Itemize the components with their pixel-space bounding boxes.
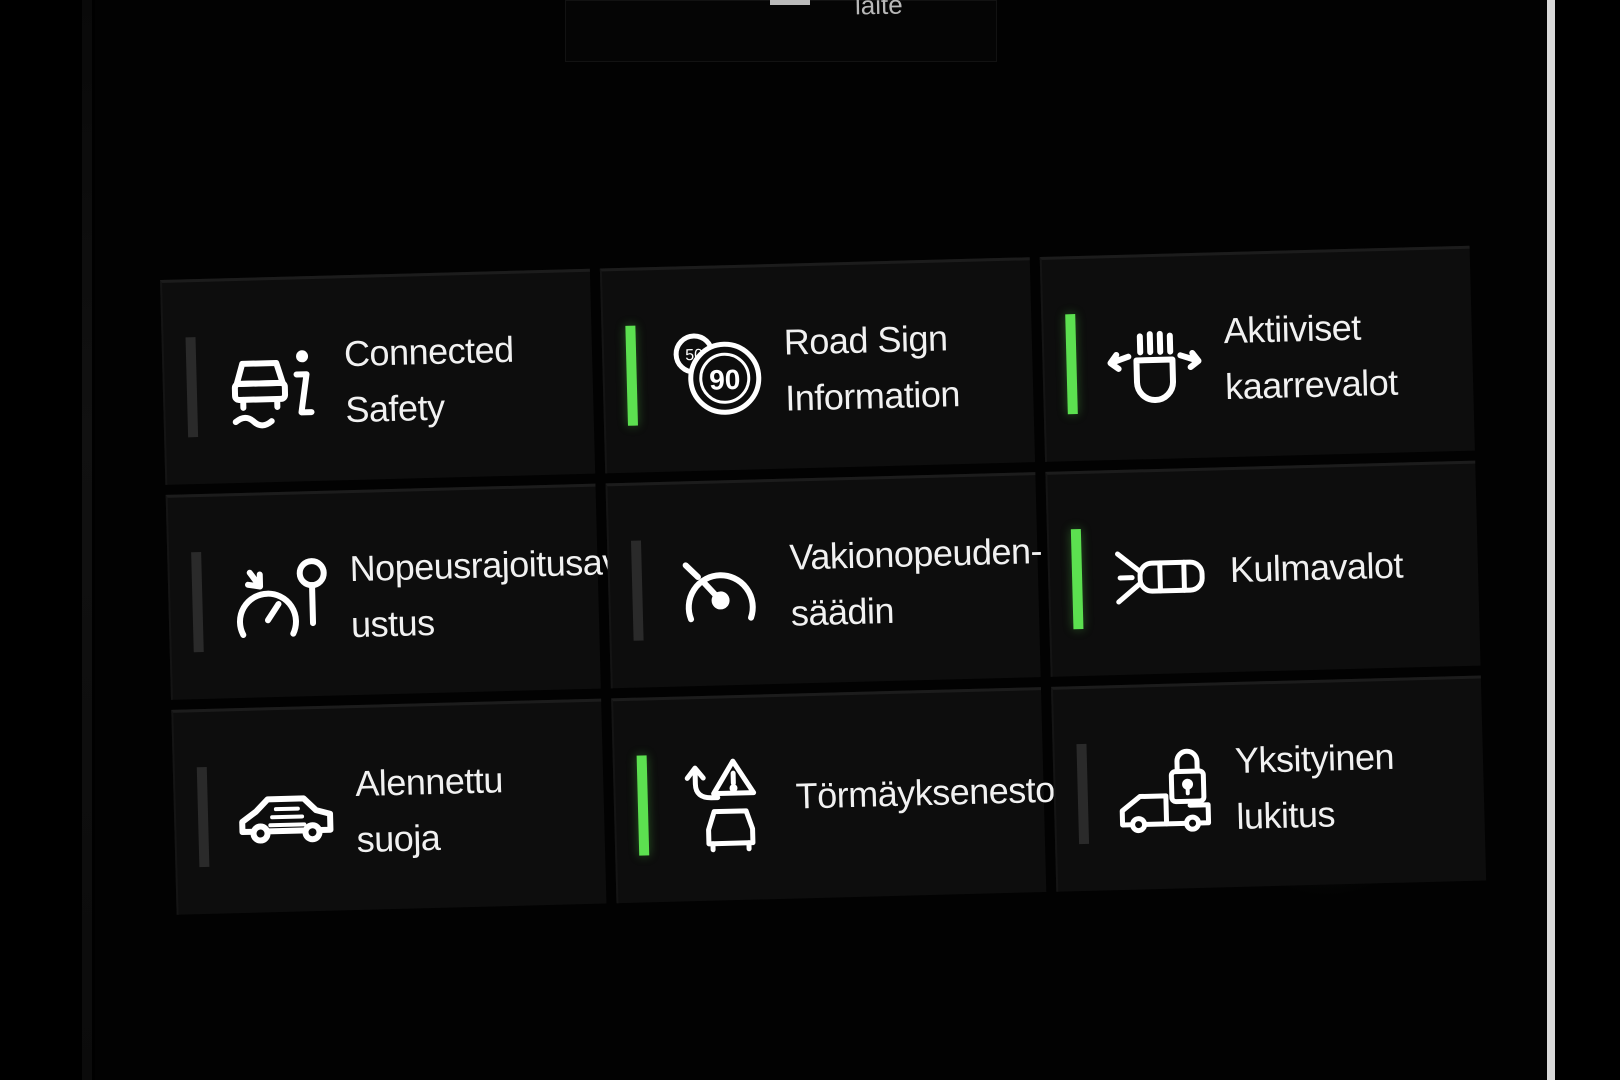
tile-label: Alennettu suoja xyxy=(354,759,504,861)
tile-label: Törmäyksenesto xyxy=(795,768,1056,817)
status-indicator xyxy=(1065,314,1078,415)
tile-label: Kulmavalot xyxy=(1229,544,1404,591)
reduced-guard-car-icon xyxy=(235,764,338,867)
status-indicator xyxy=(625,325,638,426)
tile-label: Aktiiviset kaarrevalot xyxy=(1223,306,1399,408)
tile-collision-avoidance[interactable]: Törmäyksenesto xyxy=(611,687,1055,904)
status-indicator xyxy=(636,755,650,856)
tile-label: Yksityinen lukitus xyxy=(1234,735,1395,837)
tile-road-sign-information[interactable]: 50 90 Road Sign Information xyxy=(599,257,1036,474)
cruise-control-icon xyxy=(669,537,772,640)
top-partial-label: laite xyxy=(854,0,903,21)
function-grid: Connected Safety 50 90 Road Sign Informa… xyxy=(160,245,1487,979)
status-indicator xyxy=(1076,743,1090,845)
tile-cruise-control[interactable]: Vakionopeuden- säädin xyxy=(605,472,1042,689)
adaptive-headlight-icon xyxy=(1103,311,1206,414)
tile-reduced-guard[interactable]: Alennettu suoja xyxy=(171,698,607,915)
collision-avoidance-icon xyxy=(675,752,778,855)
status-indicator xyxy=(1070,528,1084,630)
tile-speed-limit-assist[interactable]: Nopeusrajoitusav ustus xyxy=(165,483,620,700)
svg-text:90: 90 xyxy=(709,364,741,396)
private-lock-icon xyxy=(1114,741,1217,844)
road-sign-speed-90-icon: 50 90 xyxy=(663,322,766,425)
tile-label: Nopeusrajoitusav ustus xyxy=(349,541,621,646)
tile-private-locking[interactable]: Yksityinen lukitus xyxy=(1050,675,1487,892)
status-indicator xyxy=(630,540,644,641)
connected-safety-icon xyxy=(223,334,326,437)
tile-cornering-lights[interactable]: Kulmavalot xyxy=(1045,460,1481,677)
speed-limit-assist-icon xyxy=(229,549,332,652)
tile-active-bending-lights[interactable]: Aktiiviset kaarrevalot xyxy=(1039,245,1475,462)
tile-label: Vakionopeuden- säädin xyxy=(788,530,1043,634)
tile-label: Road Sign Information xyxy=(783,317,961,419)
status-indicator xyxy=(185,337,199,438)
screen-bezel xyxy=(82,0,92,1080)
status-indicator xyxy=(191,552,204,653)
top-partial-tile[interactable] xyxy=(565,0,997,62)
cornering-light-icon xyxy=(1109,526,1212,629)
tile-connected-safety[interactable]: Connected Safety xyxy=(160,268,596,485)
status-indicator xyxy=(196,766,210,868)
tile-label: Connected Safety xyxy=(343,328,515,431)
top-partial-indicator xyxy=(770,0,810,5)
